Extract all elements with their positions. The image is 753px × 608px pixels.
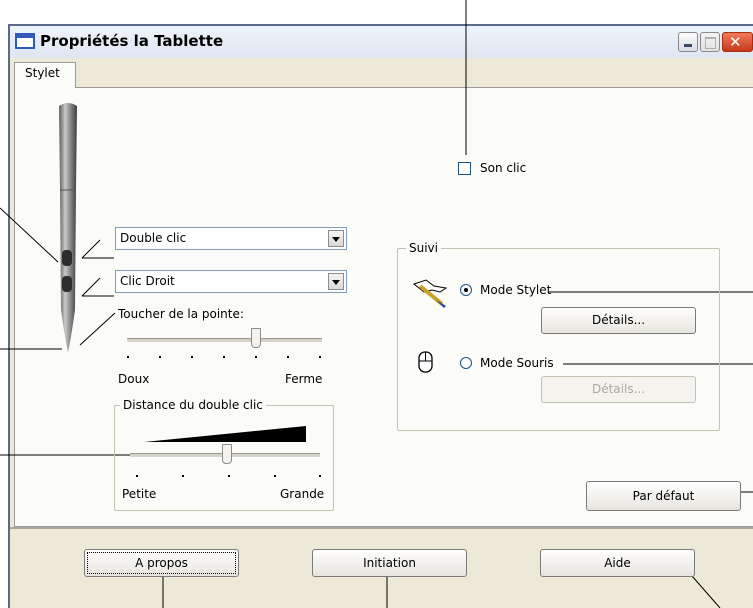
sound-click-label: Son clic: [480, 161, 527, 175]
tracking-title: Suivi: [406, 241, 441, 255]
tick: [136, 475, 138, 477]
pen-mode-label: Mode Stylet: [480, 283, 552, 297]
chevron-down-icon[interactable]: [328, 273, 344, 290]
mouse-mode-radio[interactable]: [460, 357, 472, 369]
tip-feel-min-label: Doux: [118, 372, 150, 386]
sound-click-checkbox[interactable]: [458, 162, 471, 175]
chevron-down-icon[interactable]: [328, 230, 344, 247]
pen-mode-icon: [412, 279, 448, 308]
default-button[interactable]: Par défaut: [586, 481, 741, 511]
tick: [223, 356, 225, 358]
double-click-distance-thumb[interactable]: [222, 444, 232, 464]
tick: [287, 356, 289, 358]
tip-feel-slider-thumb[interactable]: [251, 328, 261, 348]
distance-max-label: Grande: [280, 487, 325, 501]
upper-button-dropdown[interactable]: Double clic: [115, 227, 347, 250]
pen-details-button[interactable]: Détails...: [541, 307, 696, 334]
mouse-mode-label: Mode Souris: [480, 356, 554, 370]
distance-wedge-graphic: [144, 426, 306, 442]
tip-feel-max-label: Ferme: [285, 372, 323, 386]
mouse-mode-icon: [418, 351, 433, 373]
tutorial-button[interactable]: Initiation: [312, 549, 467, 577]
tick: [319, 475, 321, 477]
pen-mode-radio[interactable]: [460, 284, 472, 296]
tick: [319, 356, 321, 358]
tick: [127, 356, 129, 358]
tick: [255, 356, 257, 358]
lower-button-dropdown[interactable]: Clic Droit: [115, 270, 347, 293]
tick: [159, 356, 161, 358]
distance-min-label: Petite: [122, 487, 157, 501]
tick: [228, 475, 230, 477]
tick: [191, 356, 193, 358]
tip-feel-track[interactable]: [127, 338, 322, 343]
about-button[interactable]: A propos: [84, 549, 239, 577]
bottom-divider: [10, 527, 753, 529]
tip-feel-label: Toucher de la pointe:: [118, 307, 244, 321]
tick: [182, 475, 184, 477]
help-button[interactable]: Aide: [540, 549, 695, 577]
tick: [274, 475, 276, 477]
upper-button-value: Double clic: [120, 231, 187, 245]
lower-button-value: Clic Droit: [120, 274, 175, 288]
mouse-details-button[interactable]: Détails...: [541, 376, 696, 403]
double-click-distance-title: Distance du double clic: [120, 398, 266, 412]
